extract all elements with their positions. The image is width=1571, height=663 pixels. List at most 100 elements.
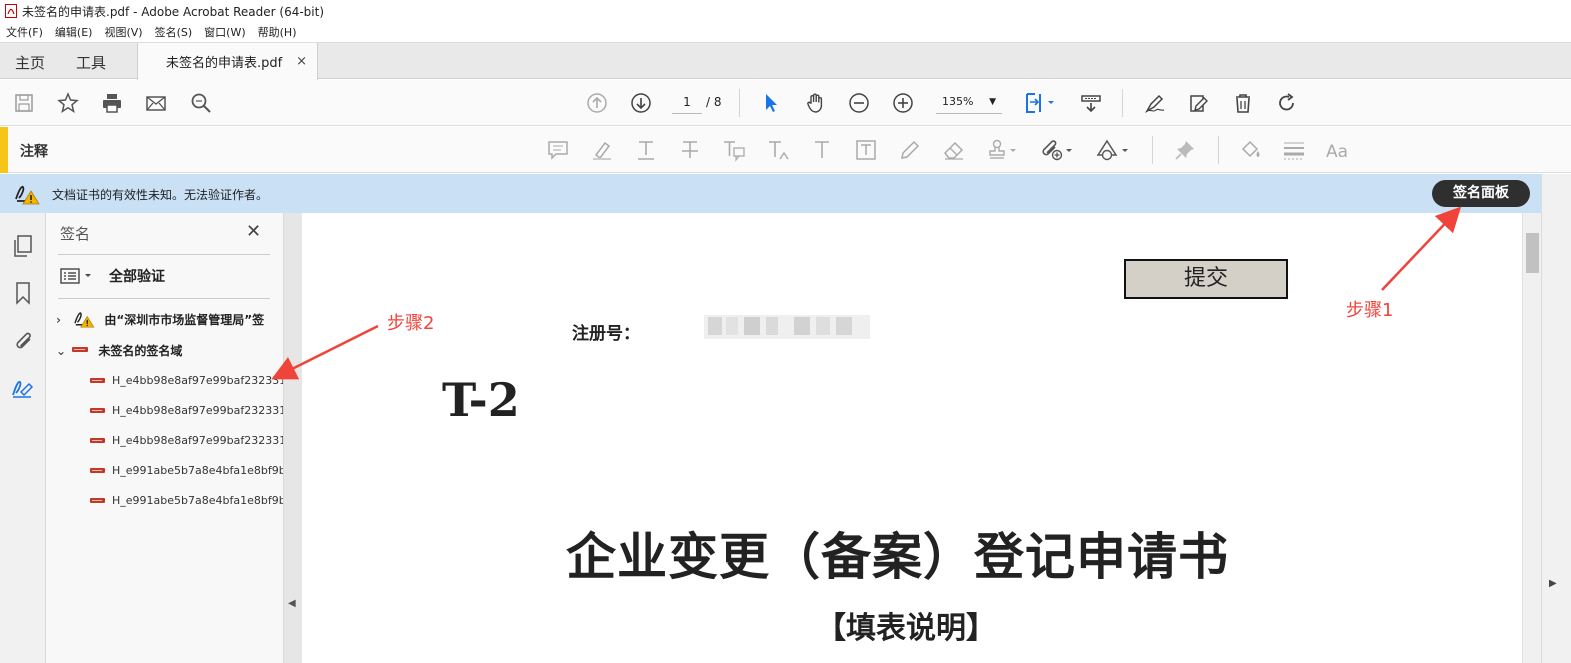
zoom-level-value: 135% — [942, 95, 974, 108]
window-title: 未签名的申请表.pdf - Adobe Acrobat Reader (64-b… — [22, 4, 325, 19]
search-icon[interactable] — [189, 91, 213, 115]
signature-panel-icon[interactable] — [11, 375, 35, 399]
banner-message: 文档证书的有效性未知。无法验证作者。 — [52, 188, 269, 202]
delete-trash-icon[interactable] — [1231, 91, 1255, 115]
unsigned-field-item[interactable]: H_e991abe5b7a8e4bfa1e8bf9be — [90, 464, 283, 477]
save-icon[interactable] — [12, 91, 36, 115]
acrobat-pdf-icon — [5, 4, 17, 18]
close-tab-icon[interactable]: × — [296, 54, 307, 69]
panel-splitter[interactable]: ◀ — [284, 213, 302, 663]
unsigned-field-icon — [90, 407, 105, 413]
toolbar-divider — [1218, 136, 1219, 164]
options-menu-icon[interactable] — [60, 266, 96, 286]
document-subtitle: 【填表说明】 — [816, 611, 996, 646]
pencil-draw-icon[interactable] — [898, 138, 922, 162]
close-icon[interactable]: ✕ — [246, 221, 261, 242]
zoom-in-icon[interactable] — [891, 91, 915, 115]
panel-divider — [58, 254, 270, 255]
menu-help[interactable]: 帮助(H) — [258, 24, 297, 40]
vertical-scrollbar[interactable] — [1522, 213, 1541, 663]
tab-tools[interactable]: 工具 — [76, 52, 106, 73]
shapes-icon[interactable] — [1096, 138, 1132, 162]
toolbar-divider — [1152, 136, 1153, 164]
redo-icon[interactable] — [1275, 91, 1299, 115]
email-icon[interactable] — [144, 91, 168, 115]
page-number-input[interactable]: 1 — [672, 92, 702, 114]
unsigned-field-label: H_e4bb98e8af97e99baf23233133 — [112, 404, 284, 417]
scroll-mode-icon[interactable] — [1079, 91, 1103, 115]
toolbar-divider — [739, 89, 740, 117]
attach-file-icon[interactable] — [1040, 138, 1076, 162]
font-size-icon[interactable]: Aa — [1326, 138, 1350, 162]
unsigned-fields-node[interactable]: ⌄ 未签名的签名域 — [56, 342, 182, 359]
submit-button[interactable]: 提交 — [1124, 259, 1288, 299]
bookmark-star-icon[interactable] — [56, 91, 80, 115]
unsigned-field-label: H_e991abe5b7a8e4bfa1e8bf9be — [112, 494, 284, 507]
title-bar: 未签名的申请表.pdf - Adobe Acrobat Reader (64-b… — [0, 0, 1571, 22]
certificate-warning-banner: 文档证书的有效性未知。无法验证作者。 签名面板 — [0, 174, 1541, 213]
unsigned-field-item[interactable]: H_e4bb98e8af97e99baf23233133 — [90, 434, 284, 447]
chevron-right-icon[interactable]: › — [56, 313, 68, 327]
send-for-signature-icon[interactable] — [1187, 91, 1211, 115]
comment-accent-bar — [0, 127, 8, 173]
menu-bar: 文件(F) 编辑(E) 视图(V) 签名(S) 窗口(W) 帮助(H) — [0, 22, 1571, 42]
page-thumbnails-icon[interactable] — [11, 234, 35, 258]
redacted-registration-number — [704, 315, 870, 339]
signature-warning-icon — [15, 185, 40, 205]
eraser-icon[interactable] — [942, 138, 966, 162]
document-title: 企业变更（备案）登记申请书 — [566, 527, 1229, 586]
navigation-rail — [0, 213, 46, 663]
print-icon[interactable] — [100, 91, 124, 115]
previous-page-icon[interactable] — [585, 91, 609, 115]
highlight-icon[interactable] — [590, 138, 614, 162]
unsigned-field-icon — [90, 497, 105, 503]
next-page-icon[interactable] — [629, 91, 653, 115]
chevron-down-icon[interactable]: ⌄ — [56, 344, 68, 358]
zoom-level-select[interactable]: 135% ▼ — [936, 92, 1002, 114]
registration-number-label: 注册号： — [572, 324, 640, 344]
scrollbar-thumb[interactable] — [1526, 233, 1539, 273]
toolbar-divider — [1122, 89, 1123, 117]
sticky-note-icon[interactable] — [546, 138, 570, 162]
menu-sign[interactable]: 签名(S) — [155, 24, 193, 40]
unsigned-field-label: H_e4bb98e8af97e99baf23233133 — [112, 434, 284, 447]
pin-icon[interactable] — [1173, 138, 1197, 162]
collapse-panel-icon[interactable]: ◀ — [288, 598, 296, 609]
signature-panel-button[interactable]: 签名面板 — [1432, 180, 1530, 207]
menu-file[interactable]: 文件(F) — [6, 24, 43, 40]
fill-sign-icon[interactable] — [1143, 91, 1167, 115]
bookmarks-icon[interactable] — [11, 281, 35, 305]
add-text-icon[interactable] — [810, 138, 834, 162]
text-box-icon[interactable] — [854, 138, 878, 162]
page-total: / 8 — [706, 95, 722, 109]
expand-right-pane-icon[interactable]: ▶ — [1549, 578, 1557, 589]
unsigned-field-item[interactable]: H_e4bb98e8af97e99baf23233133 — [90, 404, 284, 417]
tab-document[interactable]: 未签名的申请表.pdf × — [137, 43, 318, 80]
right-pane-strip: ▶ — [1541, 174, 1571, 663]
fill-color-icon[interactable] — [1238, 138, 1262, 162]
main-toolbar: 1 / 8 135% ▼ — [0, 80, 1571, 126]
signature-warning-icon — [74, 312, 95, 328]
insert-text-icon[interactable] — [766, 138, 790, 162]
underline-text-icon[interactable] — [634, 138, 658, 162]
hand-tool-icon[interactable] — [804, 91, 828, 115]
select-cursor-icon[interactable] — [759, 91, 783, 115]
menu-edit[interactable]: 编辑(E) — [55, 24, 93, 40]
svg-text:Aa: Aa — [1326, 142, 1348, 162]
line-width-icon[interactable] — [1282, 138, 1306, 162]
chevron-down-icon: ▼ — [989, 97, 996, 107]
replace-text-icon[interactable] — [722, 138, 746, 162]
signed-signature-node[interactable]: › 由“深圳市市场监督管理局”签 — [56, 310, 264, 328]
zoom-out-icon[interactable] — [847, 91, 871, 115]
menu-window[interactable]: 窗口(W) — [204, 24, 245, 40]
unsigned-field-item[interactable]: H_e4bb98e8af97e99baf23233133 — [90, 374, 283, 387]
tab-home[interactable]: 主页 — [15, 52, 45, 73]
attachments-icon[interactable] — [11, 328, 35, 352]
verify-all-button[interactable]: 全部验证 — [109, 266, 165, 286]
unsigned-field-icon — [90, 377, 105, 383]
strikethrough-text-icon[interactable] — [678, 138, 702, 162]
stamp-icon[interactable] — [986, 138, 1020, 162]
page-fit-icon[interactable] — [1023, 91, 1059, 115]
unsigned-field-item[interactable]: H_e991abe5b7a8e4bfa1e8bf9be — [90, 494, 284, 507]
menu-view[interactable]: 视图(V) — [104, 24, 142, 40]
